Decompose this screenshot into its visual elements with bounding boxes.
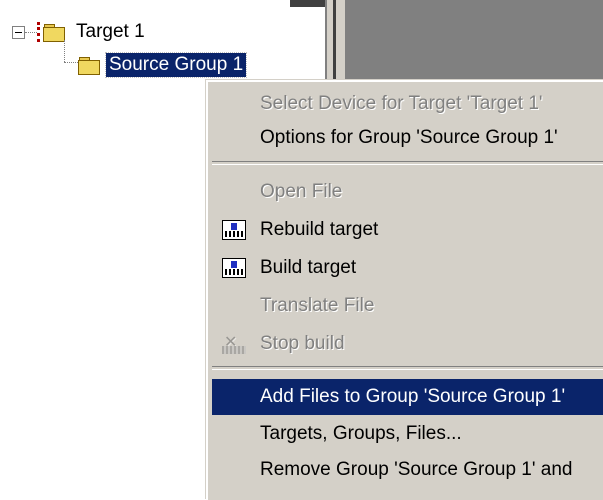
context-menu: Select Device for Target 'Target 1' Opti…: [206, 80, 603, 500]
menu-item-options-for-group[interactable]: Options for Group 'Source Group 1': [212, 120, 603, 156]
tree-node-source-group[interactable]: Source Group 1: [78, 52, 248, 78]
stop-build-icon: [222, 332, 246, 354]
menu-item-open-file: Open File: [260, 181, 343, 202]
menu-item-targets-groups-files[interactable]: Targets, Groups, Files...: [212, 416, 603, 452]
target-folder-icon: [37, 21, 65, 43]
tree-node-source-group-label: Source Group 1: [104, 52, 248, 78]
menu-item-stop-build: Stop build: [212, 326, 603, 362]
menu-item-remove-group[interactable]: Remove Group 'Source Group 1' and: [212, 452, 603, 488]
tree-node-target[interactable]: Target 1: [12, 20, 148, 44]
build-icon: [222, 258, 246, 278]
menu-item-build-target[interactable]: Build target: [212, 250, 603, 286]
menu-item-select-device: Select Device for Target 'Target 1': [260, 93, 543, 114]
menu-separator: [212, 366, 603, 370]
folder-icon: [78, 56, 100, 75]
rebuild-icon: [222, 220, 246, 240]
menu-item-rebuild-target[interactable]: Rebuild target: [212, 212, 603, 248]
collapse-toggle-icon[interactable]: [12, 25, 25, 39]
menu-separator: [212, 161, 603, 165]
menu-item-translate-file: Translate File: [260, 295, 375, 316]
menu-item-add-files[interactable]: Add Files to Group 'Source Group 1': [212, 379, 603, 415]
tree-node-target-label: Target 1: [76, 21, 145, 42]
